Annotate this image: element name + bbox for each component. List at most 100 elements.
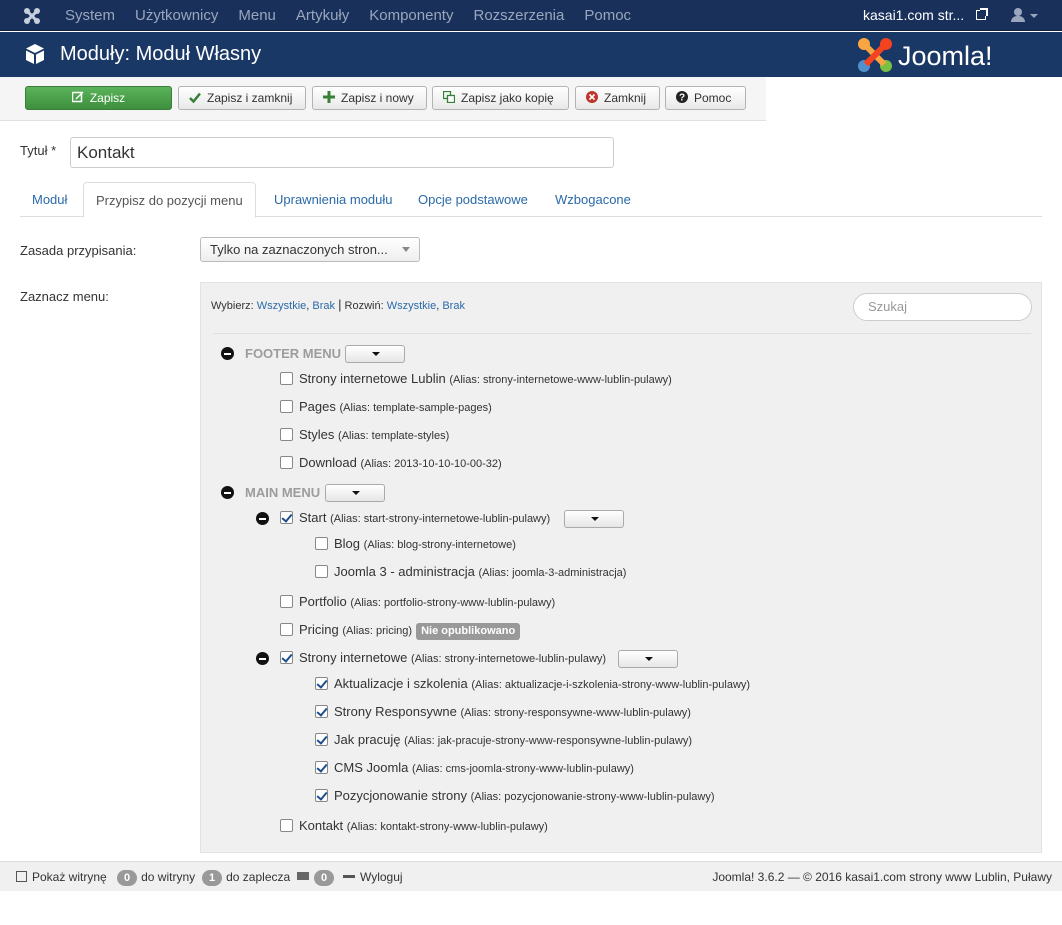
question-icon: ? xyxy=(676,88,688,110)
tab-basic-options[interactable]: Opcje podstawowe xyxy=(406,182,540,217)
select-none-link[interactable]: Brak xyxy=(312,300,335,312)
menu-users[interactable]: Użytkownicy xyxy=(125,0,228,31)
joomla-logo: Joomla! xyxy=(856,36,1040,74)
menu-select-label: Zaznacz menu: xyxy=(20,289,109,304)
main-menu: System Użytkownicy Menu Artykuły Kompone… xyxy=(55,0,641,31)
main-menu-dropdown[interactable] xyxy=(325,484,385,502)
list-item: Pages (Alias: template-sample-pages) xyxy=(280,397,492,417)
cancel-icon xyxy=(586,88,598,110)
collapse-start-icon[interactable] xyxy=(256,512,269,525)
title-label: Tytuł * xyxy=(20,143,57,158)
item-checkbox[interactable] xyxy=(315,565,328,578)
strony-dropdown[interactable] xyxy=(618,650,678,668)
list-item: Styles (Alias: template-styles) xyxy=(280,425,449,445)
page-title: Moduły: Moduł Własny xyxy=(60,43,262,65)
expand-all-link[interactable]: Wszystkie xyxy=(387,300,437,312)
expand-none-link[interactable]: Brak xyxy=(442,300,465,312)
list-item: Start (Alias: start-strony-internetowe-l… xyxy=(280,508,550,528)
site-link[interactable]: kasai1.com str... xyxy=(863,0,964,31)
collapse-strony-icon[interactable] xyxy=(256,652,269,665)
list-item: Blog (Alias: blog-strony-internetowe) xyxy=(315,534,516,554)
envelope-icon xyxy=(297,872,309,880)
item-checkbox[interactable] xyxy=(280,428,293,441)
title-bar: Moduły: Moduł Własny Joomla! xyxy=(0,32,1062,77)
item-checkbox[interactable] xyxy=(280,595,293,608)
menu-menus[interactable]: Menu xyxy=(228,0,286,31)
help-button[interactable]: ? Pomoc xyxy=(665,86,746,110)
save-close-button[interactable]: Zapisz i zamknij xyxy=(178,86,306,110)
list-item: Jak pracuję (Alias: jak-pracuje-strony-w… xyxy=(315,730,692,750)
item-checkbox[interactable] xyxy=(280,623,293,636)
toolbar: Zapisz Zapisz i zamknij Zapisz i nowy Za… xyxy=(0,77,766,121)
item-checkbox[interactable] xyxy=(280,511,293,524)
tab-module[interactable]: Moduł xyxy=(20,182,79,217)
brand-text: Joomla! xyxy=(898,41,993,71)
messages-count[interactable]: 0 xyxy=(297,862,338,892)
user-caret-icon[interactable] xyxy=(1030,14,1038,18)
chevron-down-icon xyxy=(402,247,410,252)
collapse-main-menu-icon[interactable] xyxy=(221,486,234,499)
list-item: Download (Alias: 2013-10-10-10-00-32) xyxy=(280,453,502,473)
plus-icon xyxy=(323,88,335,110)
item-checkbox[interactable] xyxy=(315,705,328,718)
menu-tree-panel: Wybierz: Wszystkie, Brak | Rozwiń: Wszys… xyxy=(200,282,1042,853)
menu-system[interactable]: System xyxy=(55,0,125,31)
item-checkbox[interactable] xyxy=(315,677,328,690)
list-item: Pozycjonowanie strony (Alias: pozycjonow… xyxy=(315,786,715,806)
list-item: Kontakt (Alias: kontakt-strony-www-lubli… xyxy=(280,816,548,836)
list-item: Joomla 3 - administracja (Alias: joomla-… xyxy=(315,562,626,582)
show-site-link[interactable]: Pokaż witrynę xyxy=(16,862,107,892)
list-item: CMS Joomla (Alias: cms-joomla-strony-www… xyxy=(315,758,634,778)
start-dropdown[interactable] xyxy=(564,510,624,528)
joomla-icon[interactable] xyxy=(22,6,42,26)
copy-icon xyxy=(442,88,456,110)
item-checkbox[interactable] xyxy=(280,372,293,385)
list-item: Pricing (Alias: pricing) Nie opublikowano xyxy=(280,620,521,640)
item-checkbox[interactable] xyxy=(280,400,293,413)
save-button[interactable]: Zapisz xyxy=(25,86,172,110)
title-input[interactable]: Kontakt xyxy=(70,137,614,168)
logout-link[interactable]: Wyloguj xyxy=(343,862,403,892)
collapse-footer-menu-icon[interactable] xyxy=(221,347,234,360)
item-checkbox[interactable] xyxy=(315,789,328,802)
search-input[interactable]: Szukaj xyxy=(853,293,1032,321)
save-new-button[interactable]: Zapisz i nowy xyxy=(312,86,427,110)
copyright: Joomla! 3.6.2 — © 2016 kasai1.com strony… xyxy=(712,870,1052,884)
top-navbar: System Użytkownicy Menu Artykuły Kompone… xyxy=(0,0,1062,31)
item-checkbox[interactable] xyxy=(315,537,328,550)
tab-advanced[interactable]: Wzbogacone xyxy=(543,182,643,217)
list-item: Strony internetowe (Alias: strony-intern… xyxy=(280,648,606,668)
edit-icon xyxy=(71,88,84,110)
footer-menu-dropdown[interactable] xyxy=(345,345,405,363)
menu-articles[interactable]: Artykuły xyxy=(286,0,359,31)
user-icon[interactable] xyxy=(1011,8,1025,22)
close-button[interactable]: Zamknij xyxy=(575,86,660,110)
item-checkbox[interactable] xyxy=(280,651,293,664)
select-all-link[interactable]: Wszystkie xyxy=(257,300,307,312)
list-item: Strony Responsywne (Alias: strony-respon… xyxy=(315,702,691,722)
footer-menu-group: FOOTER MENU xyxy=(245,346,342,361)
main-menu-group: MAIN MENU xyxy=(245,485,321,500)
tab-permissions[interactable]: Uprawnienia modułu xyxy=(262,182,405,217)
check-icon xyxy=(189,88,201,110)
item-checkbox[interactable] xyxy=(315,761,328,774)
select-expand-line: Wybierz: Wszystkie, Brak | Rozwiń: Wszys… xyxy=(211,297,465,312)
item-checkbox[interactable] xyxy=(280,456,293,469)
external-link-icon[interactable] xyxy=(976,8,988,20)
tab-bar: Moduł Przypisz do pozycji menu Uprawnien… xyxy=(20,182,1042,218)
save-copy-button[interactable]: Zapisz jako kopię xyxy=(432,86,569,110)
external-link-icon xyxy=(16,871,27,882)
tab-menu-assignment[interactable]: Przypisz do pozycji menu xyxy=(83,182,256,218)
list-item: Portfolio (Alias: portfolio-strony-www-l… xyxy=(280,592,555,612)
minus-icon xyxy=(343,875,355,878)
menu-help[interactable]: Pomoc xyxy=(574,0,641,31)
item-checkbox[interactable] xyxy=(315,733,328,746)
menu-components[interactable]: Komponenty xyxy=(359,0,463,31)
assignment-label: Zasada przypisania: xyxy=(20,243,137,258)
item-checkbox[interactable] xyxy=(280,819,293,832)
status-footer: Pokaż witrynę 0 do witryny 1 do zaplecza 0… xyxy=(0,861,1062,891)
list-item: Aktualizacje i szkolenia (Alias: aktuali… xyxy=(315,674,750,694)
menu-extensions[interactable]: Rozszerzenia xyxy=(463,0,574,31)
unpublished-badge: Nie opublikowano xyxy=(416,623,521,640)
assignment-select[interactable]: Tylko na zaznaczonych stron... xyxy=(200,237,420,262)
